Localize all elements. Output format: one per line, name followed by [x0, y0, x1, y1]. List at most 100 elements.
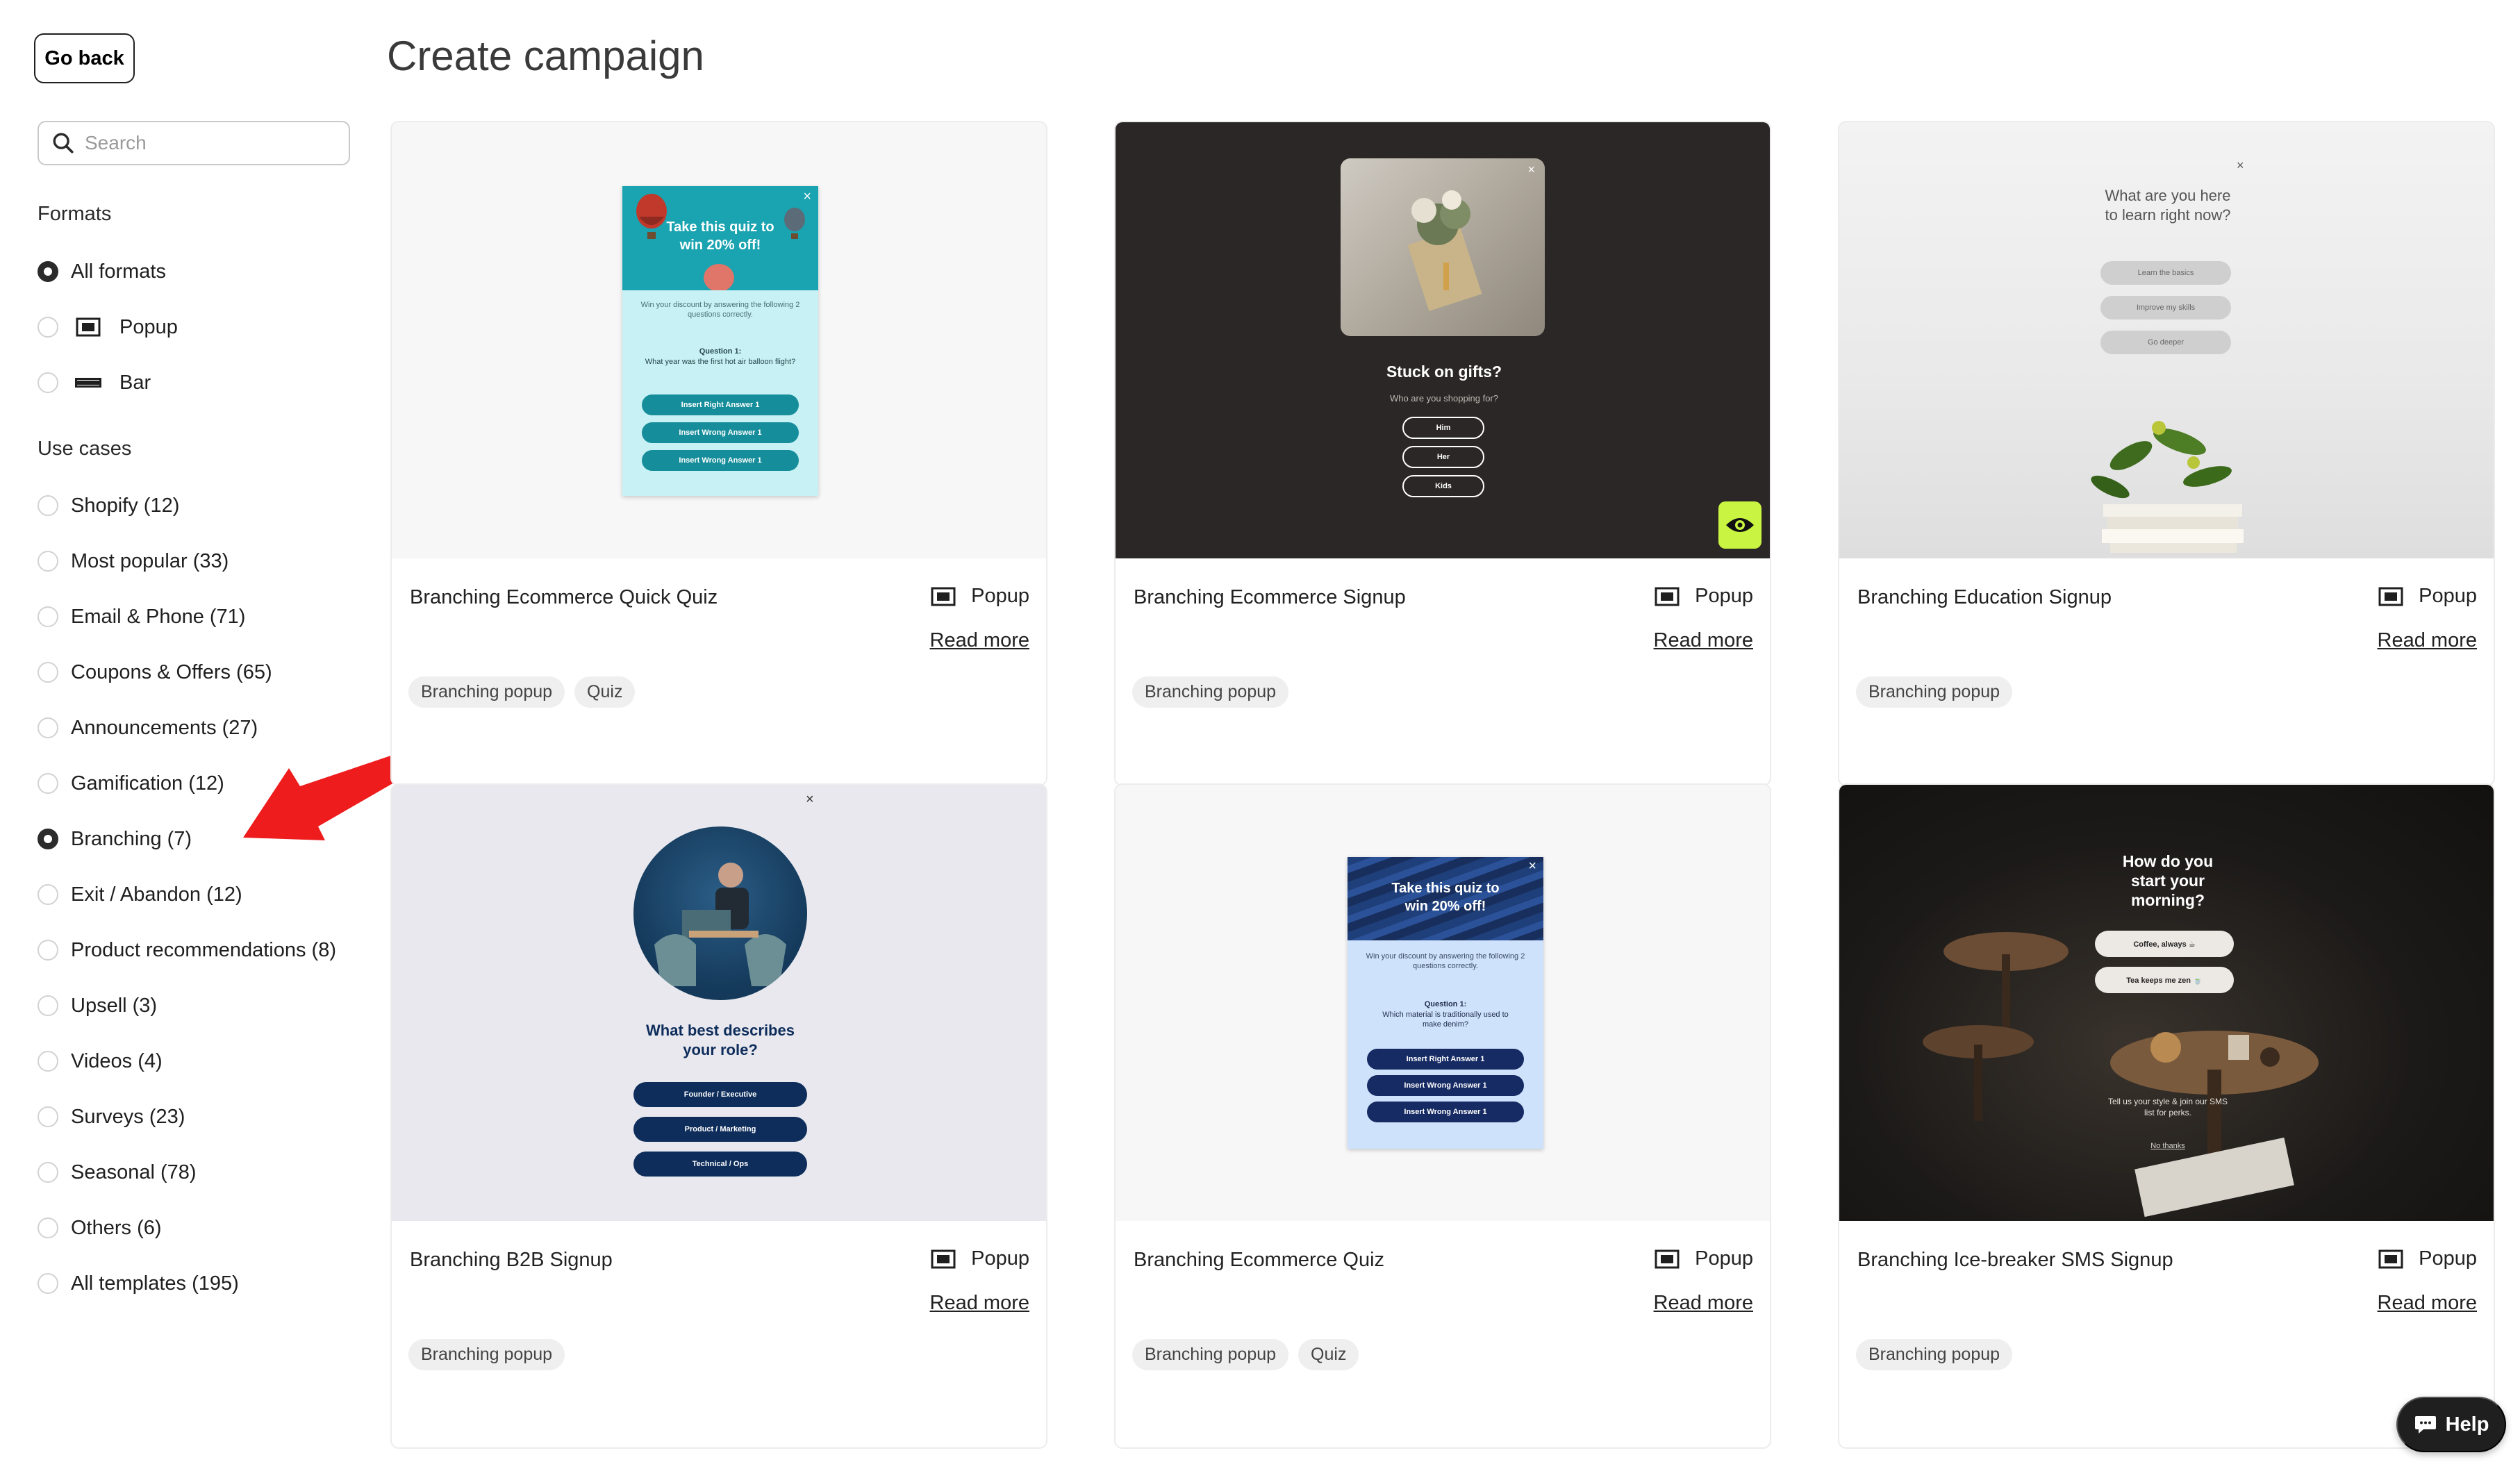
radio[interactable] — [38, 1051, 58, 1072]
use-case-surveys[interactable]: Surveys (23) — [38, 1101, 185, 1133]
tag: Branching popup — [1132, 676, 1289, 708]
template-card[interactable]: × Take this quiz to win 20% off! Win you… — [390, 121, 1047, 786]
use-case-shopify[interactable]: Shopify (12) — [38, 490, 179, 522]
card-format: Popup — [931, 585, 1029, 608]
use-case-label: All templates (195) — [71, 1272, 239, 1295]
use-case-upsell[interactable]: Upsell (3) — [38, 990, 157, 1022]
answer-button: Founder / Executive — [633, 1082, 807, 1107]
read-more-link[interactable]: Read more — [1654, 1292, 1753, 1315]
answer-button: Insert Wrong Answer 1 — [1367, 1102, 1524, 1122]
person-at-desk-image — [654, 863, 786, 986]
preview-button[interactable] — [1718, 501, 1761, 549]
format-option-bar[interactable]: Bar — [38, 367, 151, 399]
popup-body: Win your discount by answering the follo… — [1366, 952, 1525, 970]
popup-body: Win your discount by answering the follo… — [640, 301, 800, 319]
search-box[interactable] — [38, 121, 350, 165]
radio[interactable] — [38, 1106, 58, 1127]
popup-icon — [1655, 587, 1680, 606]
template-card[interactable]: × Stuck on gifts? Who are you shopping f… — [1114, 121, 1771, 786]
radio[interactable] — [38, 717, 58, 738]
template-card[interactable]: How do you start your morning? Coffee, a… — [1838, 783, 2495, 1449]
format-option-popup[interactable]: Popup — [38, 311, 178, 343]
use-case-most-popular[interactable]: Most popular (33) — [38, 545, 229, 577]
template-preview[interactable]: × Take this quiz to win 20% off! Win you… — [392, 122, 1046, 558]
search-input[interactable] — [85, 132, 342, 154]
use-case-videos[interactable]: Videos (4) — [38, 1045, 163, 1077]
use-case-exit-abandon[interactable]: Exit / Abandon (12) — [38, 879, 242, 911]
radio[interactable] — [38, 317, 58, 338]
use-case-seasonal[interactable]: Seasonal (78) — [38, 1156, 197, 1188]
radio-selected[interactable] — [38, 829, 58, 849]
use-case-others[interactable]: Others (6) — [38, 1212, 162, 1244]
answer-button: Insert Wrong Answer 1 — [1367, 1075, 1524, 1096]
use-case-coupons[interactable]: Coupons & Offers (65) — [38, 656, 272, 688]
use-case-label: Exit / Abandon (12) — [71, 883, 242, 906]
use-case-all-templates[interactable]: All templates (195) — [38, 1268, 239, 1299]
popup-question-text: What year was the first hot air balloon … — [645, 358, 796, 366]
radio[interactable] — [38, 1217, 58, 1238]
template-preview[interactable]: × What best describes your role? Founder… — [392, 785, 1046, 1221]
radio[interactable] — [38, 495, 58, 516]
no-thanks-link: No thanks — [2150, 1142, 2185, 1150]
card-title: Branching Ecommerce Signup — [1134, 586, 1406, 608]
card-format: Popup — [1655, 585, 1753, 608]
read-more-link[interactable]: Read more — [2378, 1292, 2477, 1315]
popup-icon — [931, 587, 956, 606]
tag: Quiz — [1298, 1339, 1359, 1370]
template-preview[interactable]: How do you start your morning? Coffee, a… — [1839, 785, 2494, 1221]
page-title: Create campaign — [387, 33, 704, 79]
use-case-label: Branching (7) — [71, 827, 192, 850]
radio[interactable] — [38, 372, 58, 393]
use-case-label: Upsell (3) — [71, 994, 158, 1017]
template-preview[interactable]: × What are you here to learn right now? … — [1839, 122, 2494, 558]
use-case-announcements[interactable]: Announcements (27) — [38, 712, 258, 744]
template-preview[interactable]: × Stuck on gifts? Who are you shopping f… — [1116, 122, 1770, 558]
format-label: All formats — [71, 260, 166, 283]
card-format: Popup — [2378, 1247, 2477, 1270]
template-card[interactable]: × What best describes your role? Founder… — [390, 783, 1047, 1449]
use-case-product-recommendations[interactable]: Product recommendations (8) — [38, 934, 336, 966]
radio[interactable] — [38, 940, 58, 961]
radio[interactable] — [38, 551, 58, 572]
radio[interactable] — [38, 995, 58, 1016]
format-label: Popup — [2419, 1247, 2477, 1270]
template-card[interactable]: × What are you here to learn right now? … — [1838, 121, 2495, 786]
popup-headline: Take this quiz to win 20% off! — [666, 219, 774, 253]
card-format: Popup — [1655, 1247, 1753, 1270]
radio-selected[interactable] — [38, 261, 58, 282]
hot-air-balloon-icon — [704, 264, 734, 290]
use-case-label: Email & Phone (71) — [71, 605, 246, 628]
radio[interactable] — [38, 773, 58, 794]
use-case-email-phone[interactable]: Email & Phone (71) — [38, 601, 245, 633]
search-icon — [53, 133, 74, 153]
tag: Branching popup — [408, 676, 565, 708]
radio[interactable] — [38, 662, 58, 683]
use-case-branching[interactable]: Branching (7) — [38, 823, 192, 855]
radio[interactable] — [38, 1273, 58, 1294]
close-icon: × — [1527, 163, 1535, 176]
popup-headline: Take this quiz to win 20% off! — [1391, 881, 1500, 914]
popup-question: Question 1: — [1424, 1000, 1467, 1008]
answer-button: Technical / Ops — [633, 1152, 807, 1177]
go-back-button[interactable]: Go back — [34, 33, 135, 83]
template-preview[interactable]: × Take this quiz to win 20% off! Win you… — [1116, 785, 1770, 1221]
help-button[interactable]: Help — [2396, 1397, 2506, 1452]
radio[interactable] — [38, 606, 58, 627]
read-more-link[interactable]: Read more — [930, 629, 1029, 652]
use-case-label: Surveys (23) — [71, 1105, 185, 1128]
read-more-link[interactable]: Read more — [2378, 629, 2477, 652]
tag: Branching popup — [408, 1339, 565, 1370]
read-more-link[interactable]: Read more — [930, 1292, 1029, 1315]
use-case-gamification[interactable]: Gamification (12) — [38, 767, 224, 799]
radio[interactable] — [38, 884, 58, 905]
read-more-link[interactable]: Read more — [1654, 629, 1753, 652]
answer-button: Her — [1402, 446, 1484, 468]
tag: Quiz — [574, 676, 636, 708]
popup-mockup: × Take this quiz to win 20% off! Win you… — [1348, 857, 1543, 1149]
template-card[interactable]: × Take this quiz to win 20% off! Win you… — [1114, 783, 1771, 1449]
format-option-all[interactable]: All formats — [38, 256, 166, 288]
tag-list: Branching popup — [1856, 1339, 2013, 1370]
popup-footer: Tell us your style & join our SMS list f… — [2107, 1097, 2228, 1117]
format-label: Popup — [971, 585, 1029, 607]
radio[interactable] — [38, 1162, 58, 1183]
